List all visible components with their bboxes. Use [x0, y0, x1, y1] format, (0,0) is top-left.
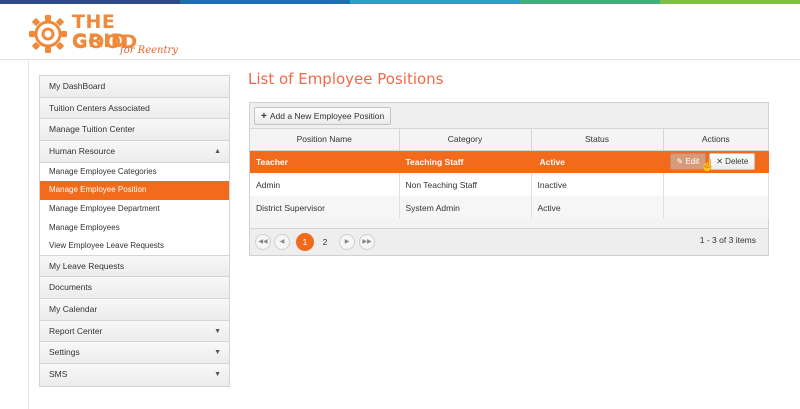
page-number-2[interactable]: 2 [316, 233, 334, 251]
first-page-icon[interactable]: ◀◀ [255, 234, 271, 250]
column-header-actions: Actions [663, 129, 768, 151]
grid-toolbar: + Add a New Employee Position [250, 103, 768, 129]
sidebar-item-report-center[interactable]: Report Center ▼ [40, 320, 229, 343]
logo-tagline: for Reentry [120, 45, 178, 56]
pagination: ◀◀ ◀ 1 2 ▶ ▶▶ 1 - 3 of 3 items [250, 228, 768, 255]
positions-table: Position Name Category Status Actions Te… [250, 129, 769, 219]
cell-category: Teaching Staff [399, 150, 532, 173]
add-position-button[interactable]: + Add a New Employee Position [254, 107, 392, 125]
sidebar-sub-employee-department[interactable]: Manage Employee Department [40, 199, 229, 219]
column-header-position-name[interactable]: Position Name [250, 129, 400, 151]
last-page-icon[interactable]: ▶▶ [359, 234, 375, 250]
table-row[interactable]: Admin Non Teaching Staff Inactive [250, 173, 769, 196]
prev-page-icon[interactable]: ◀ [274, 234, 290, 250]
page-number-1[interactable]: 1 [296, 233, 314, 251]
sidebar-sub-manage-employees[interactable]: Manage Employees [40, 218, 229, 238]
positions-grid: + Add a New Employee Position Position Na… [249, 102, 769, 256]
gear-logo-icon [29, 15, 67, 53]
caret-down-icon: ▼ [214, 349, 221, 357]
sidebar-item-documents[interactable]: Documents [40, 277, 229, 300]
cell-status: Active [531, 196, 664, 219]
sidebar-item-human-resource[interactable]: Human Resource ▲ [40, 141, 229, 163]
sidebar-item-dashboard[interactable]: My DashBoard [40, 76, 229, 98]
column-header-category[interactable]: Category [399, 129, 532, 151]
column-header-status[interactable]: Status [531, 129, 664, 151]
next-page-icon[interactable]: ▶ [339, 234, 355, 250]
delete-button[interactable]: ✕ Delete [709, 153, 756, 171]
close-icon: ✕ [716, 157, 726, 167]
table-row[interactable]: District Supervisor System Admin Active [250, 196, 769, 219]
plus-icon: + [261, 111, 267, 122]
cell-actions [663, 196, 769, 219]
cell-position-name: District Supervisor [250, 196, 400, 219]
cell-position-name: Teacher [250, 150, 400, 173]
header: THE GOOD GRID for Reentry [0, 4, 800, 60]
table-row[interactable]: Teacher Teaching Staff Active ✎ Edit ✕ De… [250, 150, 769, 173]
sidebar-item-sms[interactable]: SMS ▼ [40, 364, 229, 386]
sidebar-sub-leave-requests[interactable]: View Employee Leave Requests [40, 237, 229, 256]
cell-status: Inactive [531, 173, 664, 196]
cell-status: Active [531, 150, 664, 173]
pager-info: 1 - 3 of 3 items [699, 235, 756, 245]
hand-cursor-icon: ☝ [700, 158, 715, 172]
sidebar-item-manage-tuition-center[interactable]: Manage Tuition Center [40, 119, 229, 142]
sidebar: My DashBoard Tuition Centers Associated … [39, 75, 230, 387]
page-title: List of Employee Positions [248, 70, 444, 88]
logo-line2: GRID [72, 30, 128, 52]
sidebar-sub-employee-position[interactable]: Manage Employee Position [40, 181, 229, 200]
cell-category: Non Teaching Staff [399, 173, 532, 196]
caret-down-icon: ▼ [214, 327, 221, 335]
sidebar-sub-employee-categories[interactable]: Manage Employee Categories [40, 162, 229, 182]
caret-up-icon: ▲ [214, 148, 221, 156]
logo[interactable]: THE GOOD GRID for Reentry [28, 12, 188, 58]
cell-actions [663, 173, 769, 196]
sidebar-item-my-leave-requests[interactable]: My Leave Requests [40, 255, 229, 278]
cell-category: System Admin [399, 196, 532, 219]
sidebar-item-settings[interactable]: Settings ▼ [40, 342, 229, 365]
cell-position-name: Admin [250, 173, 400, 196]
sidebar-item-my-calendar[interactable]: My Calendar [40, 299, 229, 321]
sidebar-item-tuition-centers-associated[interactable]: Tuition Centers Associated [40, 97, 229, 120]
caret-down-icon: ▼ [214, 371, 221, 379]
cell-actions: ✎ Edit ✕ Delete [663, 150, 769, 173]
